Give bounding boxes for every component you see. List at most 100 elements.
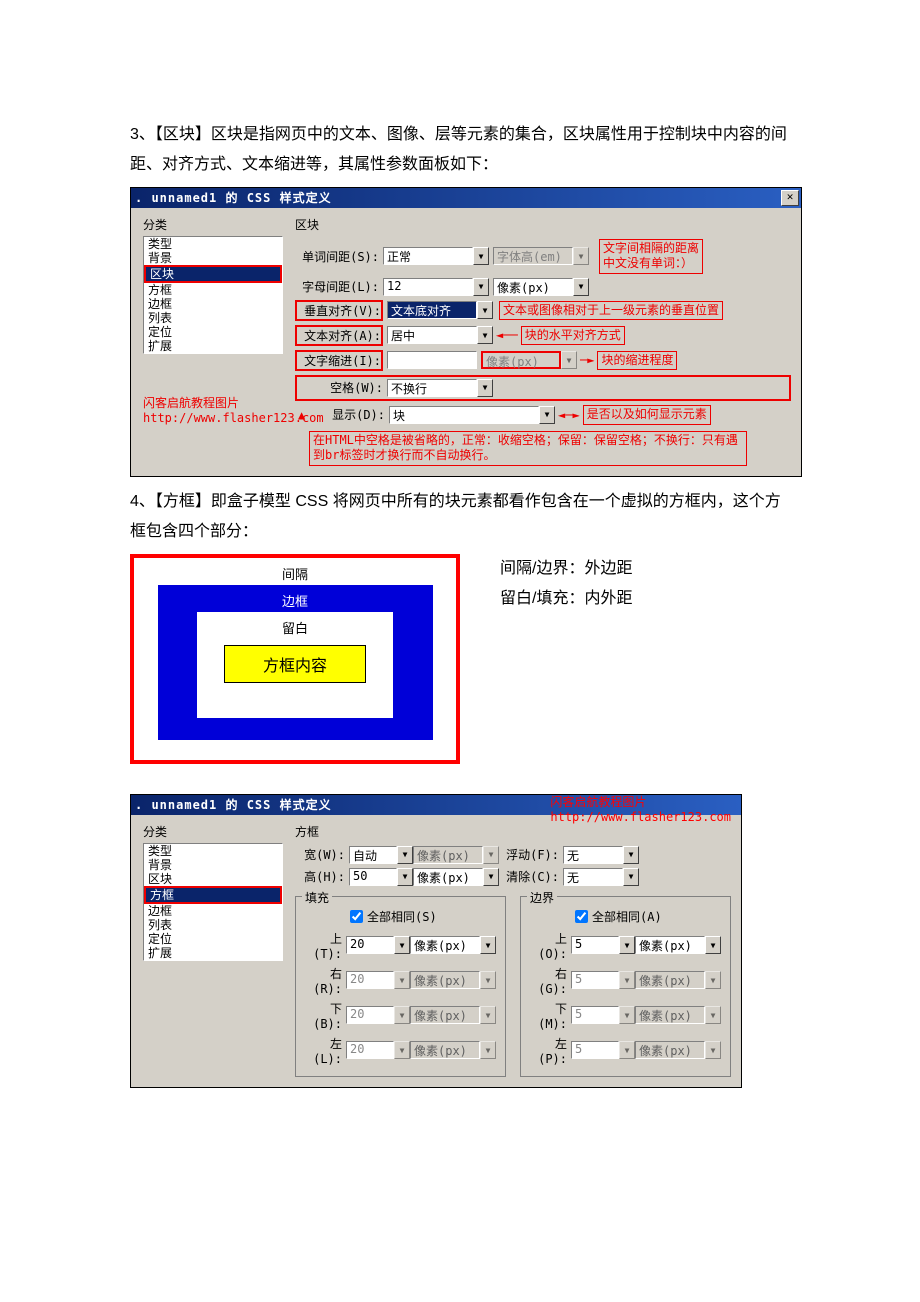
input-letter-spacing[interactable]: 12 — [383, 278, 473, 296]
unit-mar-top[interactable]: 像素(px) — [635, 936, 705, 954]
input-align[interactable]: 居中 — [387, 326, 477, 344]
category-list[interactable]: 类型 背景 区块 方框 边框 列表 定位 扩展 — [143, 843, 283, 961]
hint-align: 块的水平对齐方式 — [521, 326, 625, 346]
cat-type[interactable]: 类型 — [144, 844, 282, 858]
dropdown-icon[interactable]: ▼ — [397, 846, 413, 864]
unit-mar-right: 像素(px) — [635, 971, 705, 989]
input-pad-bottom: 20 — [346, 1006, 394, 1024]
dropdown-icon: ▼ — [480, 971, 496, 989]
dropdown-icon[interactable]: ▼ — [394, 936, 410, 954]
hint-whitespace-note: 在HTML中空格是被省略的，正常：收缩空格；保留：保留空格；不换行：只有遇到br… — [309, 431, 747, 466]
unit-mar-bottom: 像素(px) — [635, 1006, 705, 1024]
boxmodel-padding-label: 留白 — [282, 618, 308, 637]
unit-letter-spacing[interactable]: 像素(px) — [493, 278, 573, 296]
label-width: 宽(W): — [295, 846, 345, 863]
input-wrap[interactable]: 不换行 — [387, 379, 477, 397]
cat-box[interactable]: 方框 — [144, 283, 282, 297]
watermark: 闪客启航教程图片 http://www.flasher123.com — [143, 394, 283, 425]
dropdown-icon[interactable]: ▼ — [483, 868, 499, 886]
hint-valign: 文本或图像相对于上一级元素的垂直位置 — [499, 301, 723, 321]
label-pad-left: 左(L): — [302, 1035, 342, 1066]
dropdown-icon[interactable]: ▼ — [573, 278, 589, 296]
dropdown-icon[interactable]: ▼ — [623, 846, 639, 864]
dropdown-icon: ▼ — [483, 846, 499, 864]
watermark: 闪客启航教程图片 http://www.flasher123.com — [550, 795, 731, 826]
dropdown-icon[interactable]: ▼ — [619, 936, 635, 954]
input-display[interactable]: 块 — [389, 406, 539, 424]
arrow-icon: ─► — [577, 353, 597, 367]
cat-background[interactable]: 背景 — [144, 251, 282, 265]
panel-title: 区块 — [295, 216, 791, 233]
cat-extend[interactable]: 扩展 — [144, 339, 282, 353]
category-list[interactable]: 类型 背景 区块 方框 边框 列表 定位 扩展 — [143, 236, 283, 354]
unit-height[interactable]: 像素(px) — [413, 868, 483, 886]
label-indent: 文字缩进(I): — [295, 350, 383, 371]
legend-padding: 填充 — [302, 889, 332, 906]
dropdown-icon[interactable]: ▼ — [477, 379, 493, 397]
cat-border[interactable]: 边框 — [144, 904, 282, 918]
input-pad-top[interactable]: 20 — [346, 936, 394, 954]
paragraph-3: 3、【区块】区块是指网页中的文本、图像、层等元素的集合，区块属性用于控制块中内容… — [130, 120, 790, 181]
category-heading: 分类 — [143, 823, 283, 840]
dropdown-icon[interactable]: ▼ — [397, 868, 413, 886]
arrow-icon: ▲ — [295, 408, 321, 422]
label-mar-top: 上(O): — [527, 930, 567, 961]
dropdown-icon[interactable]: ▼ — [539, 406, 555, 424]
dropdown-icon: ▼ — [619, 1041, 635, 1059]
input-mar-bottom: 5 — [571, 1006, 619, 1024]
label-mar-left: 左(P): — [527, 1035, 567, 1066]
input-indent[interactable] — [387, 351, 477, 369]
dropdown-icon[interactable]: ▼ — [477, 301, 493, 319]
hint-word-spacing: 文字间相隔的距离 中文没有单词：） — [599, 239, 703, 274]
unit-indent: 像素(px) — [481, 351, 561, 369]
cat-position[interactable]: 定位 — [144, 325, 282, 339]
dropdown-icon: ▼ — [480, 1006, 496, 1024]
close-icon[interactable]: ✕ — [781, 190, 799, 206]
label-display: 显示(D): — [321, 406, 385, 423]
dropdown-icon: ▼ — [619, 971, 635, 989]
cat-background[interactable]: 背景 — [144, 858, 282, 872]
boxmodel-content-label: 方框内容 — [224, 645, 366, 683]
cat-extend[interactable]: 扩展 — [144, 946, 282, 960]
checkbox-all-same-margin[interactable] — [575, 910, 588, 923]
cat-border[interactable]: 边框 — [144, 297, 282, 311]
input-width[interactable]: 自动 — [349, 846, 397, 864]
input-mar-right: 5 — [571, 971, 619, 989]
unit-pad-left: 像素(px) — [410, 1041, 480, 1059]
dropdown-icon[interactable]: ▼ — [473, 278, 489, 296]
cat-box[interactable]: 方框 — [144, 886, 282, 904]
label-pad-right: 右(R): — [302, 965, 342, 996]
dropdown-icon[interactable]: ▼ — [623, 868, 639, 886]
dropdown-icon: ▼ — [705, 971, 721, 989]
input-word-spacing[interactable]: 正常 — [383, 247, 473, 265]
label-pad-bottom: 下(B): — [302, 1000, 342, 1031]
input-valign[interactable]: 文本底对齐 — [387, 301, 477, 319]
paragraph-4: 4、【方框】即盒子模型 CSS 将网页中所有的块元素都看作包含在一个虚拟的方框内… — [130, 487, 790, 548]
label-wrap: 空格(W): — [299, 379, 383, 396]
dropdown-icon[interactable]: ▼ — [473, 247, 489, 265]
category-heading: 分类 — [143, 216, 283, 233]
checkbox-all-same-padding[interactable] — [350, 910, 363, 923]
dropdown-icon: ▼ — [705, 1006, 721, 1024]
dropdown-icon: ▼ — [561, 351, 577, 369]
cat-list-item[interactable]: 列表 — [144, 311, 282, 325]
cat-type[interactable]: 类型 — [144, 237, 282, 251]
dropdown-icon[interactable]: ▼ — [705, 936, 721, 954]
input-mar-top[interactable]: 5 — [571, 936, 619, 954]
unit-pad-top[interactable]: 像素(px) — [410, 936, 480, 954]
dropdown-icon[interactable]: ▼ — [480, 936, 496, 954]
unit-pad-bottom: 像素(px) — [410, 1006, 480, 1024]
hint-display: 是否以及如何显示元素 — [583, 405, 711, 425]
cat-list-item[interactable]: 列表 — [144, 918, 282, 932]
cat-block[interactable]: 区块 — [144, 265, 282, 283]
input-clear[interactable]: 无 — [563, 868, 623, 886]
input-mar-left: 5 — [571, 1041, 619, 1059]
boxmodel-diagram: 间隔 边框 留白 方框内容 — [130, 554, 460, 764]
cat-block[interactable]: 区块 — [144, 872, 282, 886]
input-height[interactable]: 50 — [349, 868, 397, 886]
label-height: 高(H): — [295, 868, 345, 885]
dropdown-icon[interactable]: ▼ — [477, 326, 493, 344]
input-float[interactable]: 无 — [563, 846, 623, 864]
cat-position[interactable]: 定位 — [144, 932, 282, 946]
unit-mar-left: 像素(px) — [635, 1041, 705, 1059]
